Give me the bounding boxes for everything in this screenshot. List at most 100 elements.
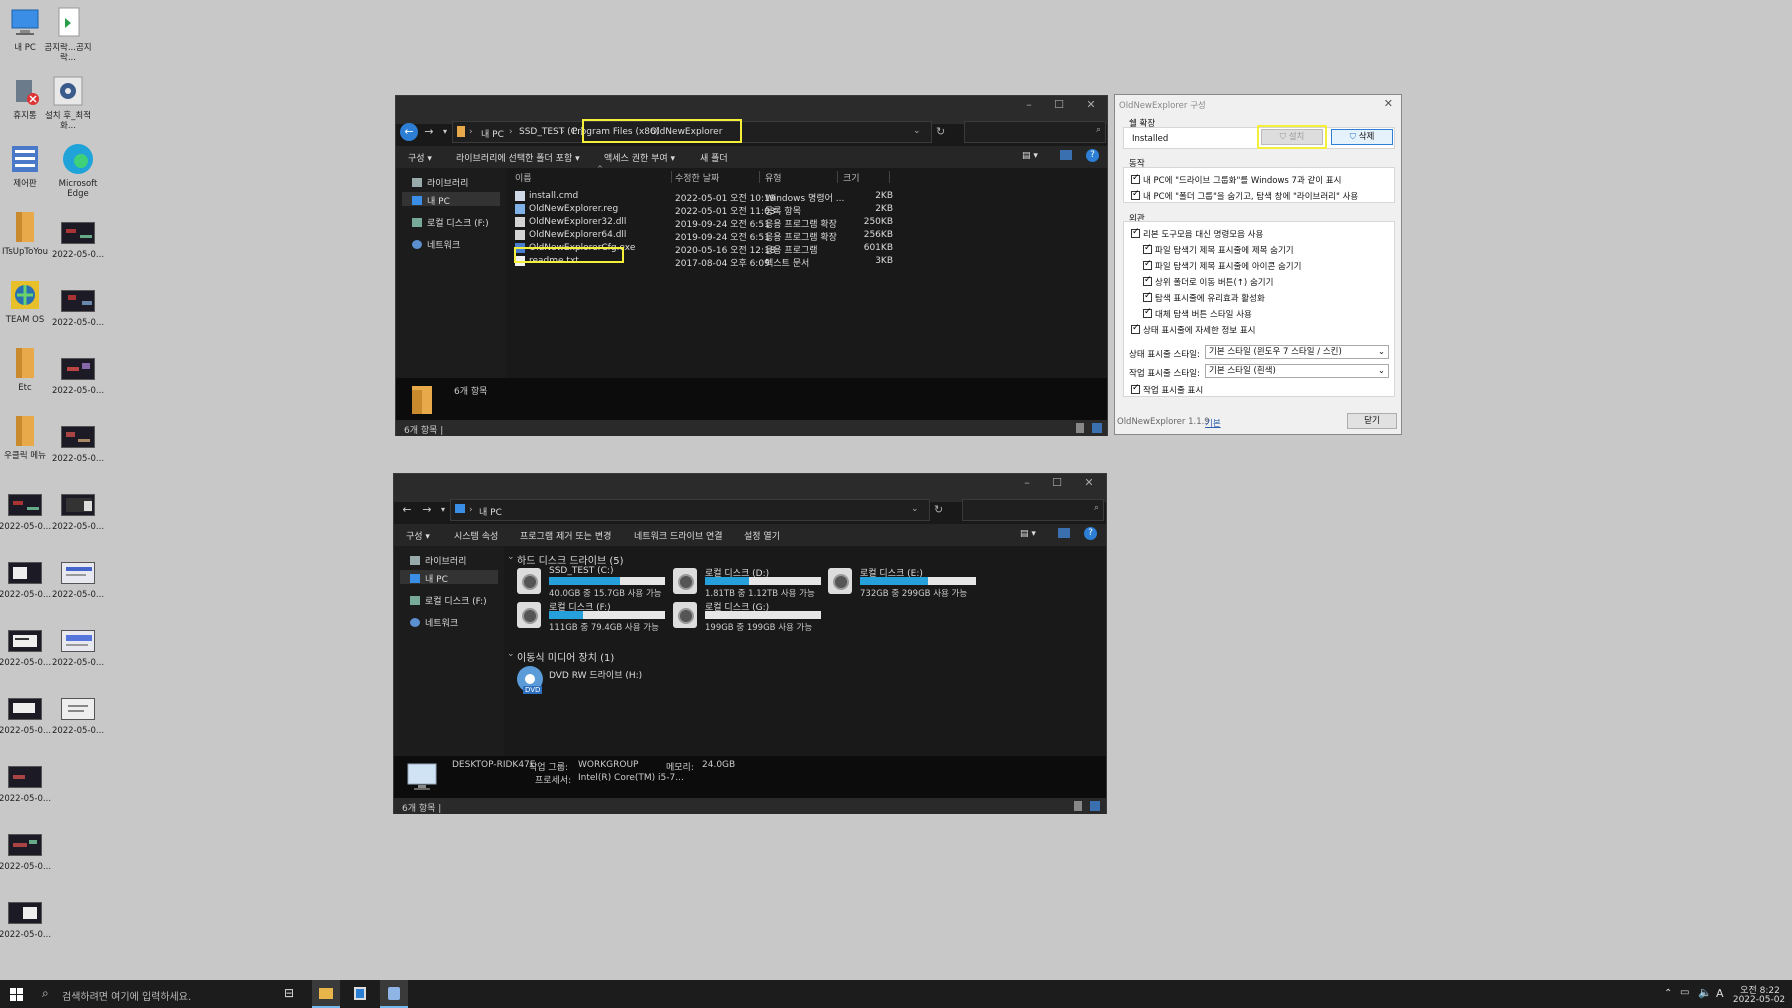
minimize-button[interactable]: – (1012, 474, 1042, 492)
taskbar-oldnewexplorer[interactable] (380, 980, 408, 1008)
preview-pane-icon[interactable] (1060, 150, 1072, 160)
large-icons-view-icon[interactable] (1090, 801, 1100, 811)
checkbox-hide-folder-group[interactable]: 내 PC에 "폴더 그룹"을 숨기고, 탐색 창에 "라이브러리" 사용 (1131, 189, 1358, 202)
desktop-thumb[interactable]: 2022-05-0... (50, 624, 106, 668)
desktop-thumb[interactable]: 2022-05-0... (0, 692, 53, 736)
drive-tile[interactable]: 로컬 디스크 (F:) 111GB 중 79.4GB 사용 가능 (517, 600, 667, 633)
checkbox[interactable] (1143, 307, 1152, 318)
checkbox-hide-icon[interactable]: 파일 탐색기 제목 표시줄에 아이콘 숨기기 (1143, 259, 1301, 272)
checkbox[interactable] (1143, 291, 1152, 302)
help-icon[interactable]: ? (1084, 527, 1097, 540)
checkbox-command-bar[interactable]: 리본 도구모음 대신 명령모음 사용 (1131, 227, 1263, 240)
desktop-thumb[interactable]: 2022-05-0... (50, 556, 106, 600)
desktop-thumb[interactable]: 2022-05-0... (0, 828, 53, 872)
desktop-thumb[interactable]: 2022-05-0... (50, 488, 106, 532)
chevron-up-icon[interactable]: ⌃ (1664, 988, 1672, 999)
maximize-button[interactable]: ☐ (1042, 474, 1072, 492)
back-button[interactable]: ← (400, 123, 418, 141)
system-properties-button[interactable]: 시스템 속성 (454, 529, 498, 542)
desktop-icon-etc[interactable]: Etc (0, 346, 53, 393)
chevron-down-icon[interactable]: ⌄ (911, 504, 919, 514)
nav-item-this-pc[interactable]: 내 PC (410, 572, 448, 585)
details-view-icon[interactable] (1074, 801, 1082, 811)
nav-item-drive-f[interactable]: 로컬 디스크 (F:) (412, 216, 489, 229)
network-icon[interactable]: ▭ (1680, 987, 1689, 998)
title-bar[interactable]: – ☐ ✕ (396, 96, 1107, 124)
chevron-down-icon[interactable]: ⌄ (507, 552, 515, 562)
search-input[interactable]: ⌕ (964, 121, 1106, 143)
checkbox[interactable] (1143, 259, 1152, 270)
breadcrumb-item[interactable]: 내 PC (481, 127, 504, 140)
removable-group-header[interactable]: 이동식 미디어 장치 (1) (517, 649, 614, 664)
organize-button[interactable]: 구성 ▾ (408, 151, 432, 164)
desktop-thumb[interactable]: 2022-05-0... (50, 352, 106, 396)
drive-tile[interactable]: 로컬 디스크 (D:) 1.81TB 중 1.12TB 사용 가능 (673, 566, 823, 599)
ime-indicator[interactable]: A (1716, 987, 1724, 1000)
default-link[interactable]: 기본 (1205, 417, 1221, 429)
title-bar[interactable]: – ☐ ✕ (394, 474, 1106, 502)
hdd-group-header[interactable]: 하드 디스크 드라이브 (5) (517, 552, 624, 567)
share-with-button[interactable]: 액세스 권한 부여 ▾ (604, 151, 675, 164)
large-icons-view-icon[interactable] (1092, 423, 1102, 433)
taskbar-search[interactable]: ⌕ 검색하려면 여기에 입력하세요. (34, 980, 274, 1008)
close-dialog-button[interactable]: 닫기 (1347, 413, 1397, 429)
desktop-icon-itsuptoyou[interactable]: ITsUpToYou (0, 210, 53, 257)
desktop-icon-right-click-menu[interactable]: 우클릭 메뉴 (0, 414, 53, 461)
chevron-down-icon[interactable]: ⌄ (507, 649, 515, 659)
open-settings-button[interactable]: 설정 열기 (744, 529, 780, 542)
file-row[interactable]: OldNewExplorer32.dll 2019-09-24 오전 6:51 응용… (509, 216, 1109, 230)
taskbar-style-select[interactable]: 기본 스타일 (흰색) ⌄ (1205, 364, 1389, 378)
desktop-icon-team-os[interactable]: TEAM OS (0, 278, 53, 325)
clock-date[interactable]: 2022-05-02 (1731, 995, 1787, 1005)
close-button[interactable]: ✕ (1076, 96, 1106, 114)
nav-item-network[interactable]: 네트워크 (410, 616, 458, 629)
checkbox[interactable] (1143, 243, 1152, 254)
drive-dvd[interactable]: DVD DVD RW 드라이브 (H:) (517, 666, 667, 698)
desktop-thumb[interactable]: 2022-05-0... (50, 216, 106, 260)
checkbox[interactable] (1143, 275, 1152, 286)
desktop-thumb[interactable]: 2022-05-0... (0, 488, 53, 532)
nav-item-libraries[interactable]: 라이브러리 (412, 176, 468, 189)
desktop-thumb[interactable]: 2022-05-0... (0, 556, 53, 600)
maximize-button[interactable]: ☐ (1044, 96, 1074, 114)
search-input[interactable]: ⌕ (962, 499, 1104, 521)
checkbox-drive-grouping[interactable]: 내 PC에 "드라이브 그룹화"를 Windows 7과 같이 표시 (1131, 173, 1341, 186)
refresh-icon[interactable]: ↻ (934, 503, 943, 516)
checkbox-show-taskbar[interactable]: 작업 표시줄 표시 (1131, 383, 1203, 396)
nav-item-drive-f[interactable]: 로컬 디스크 (F:) (410, 594, 487, 607)
uninstall-button[interactable]: ⛉ 삭제 (1331, 129, 1393, 145)
checkbox[interactable] (1131, 173, 1140, 184)
preview-pane-icon[interactable] (1058, 528, 1070, 538)
desktop-icon-settings[interactable]: 설치 후_최적화... (40, 74, 96, 131)
checkbox[interactable] (1131, 189, 1140, 200)
column-header-name[interactable]: 이름 (515, 171, 532, 184)
desktop-thumb[interactable]: 2022-05-0... (50, 284, 106, 328)
desktop-thumb[interactable]: 2022-05-0... (0, 624, 53, 668)
task-view-icon[interactable]: ⊟ (284, 986, 294, 1000)
chevron-down-icon[interactable]: ⌄ (913, 126, 921, 136)
column-header-size[interactable]: 크기 (843, 171, 860, 184)
file-row[interactable]: OldNewExplorer.reg 2022-05-01 오전 11:03 등록 … (509, 203, 1109, 217)
organize-button[interactable]: 구성 ▾ (406, 529, 430, 542)
details-view-icon[interactable] (1076, 423, 1084, 433)
taskbar-store[interactable] (346, 980, 374, 1008)
breadcrumb-item[interactable]: 내 PC (479, 505, 502, 518)
taskbar-file-explorer[interactable] (312, 980, 340, 1008)
desktop-thumb[interactable]: 2022-05-0... (0, 896, 53, 940)
drive-tile[interactable]: 로컬 디스크 (E:) 732GB 중 299GB 사용 가능 (828, 566, 978, 599)
close-button[interactable]: ✕ (1074, 474, 1104, 492)
help-icon[interactable]: ? (1086, 149, 1099, 162)
desktop-thumb[interactable]: 2022-05-0... (50, 692, 106, 736)
status-style-select[interactable]: 기본 스타일 (윈도우 7 스타일 / 스킨) ⌄ (1205, 345, 1389, 359)
file-row[interactable]: install.cmd 2022-05-01 오전 10:19 Windows 명령… (509, 190, 1109, 204)
desktop-icon-shortcut[interactable]: 곰지락...곰지락... (40, 6, 96, 63)
checkbox-hide-up-button[interactable]: 상위 폴더로 이동 버튼(↑) 숨기기 (1143, 275, 1273, 288)
desktop-thumb[interactable]: 2022-05-0... (0, 760, 53, 804)
oldnewexplorer-config-dialog[interactable]: OldNewExplorer 구성 ✕ 쉘 확장 Installed ⛉ 설치 … (1114, 94, 1402, 435)
volume-icon[interactable]: 🔈 (1698, 986, 1712, 999)
close-button[interactable]: ✕ (1384, 97, 1393, 110)
desktop-icon-control-panel[interactable]: 제어판 (0, 142, 53, 189)
refresh-icon[interactable]: ↻ (936, 125, 945, 138)
nav-item-network[interactable]: 네트워크 (412, 238, 460, 251)
checkbox-glass-effect[interactable]: 탐색 표시줄에 유리효과 활성화 (1143, 291, 1265, 304)
